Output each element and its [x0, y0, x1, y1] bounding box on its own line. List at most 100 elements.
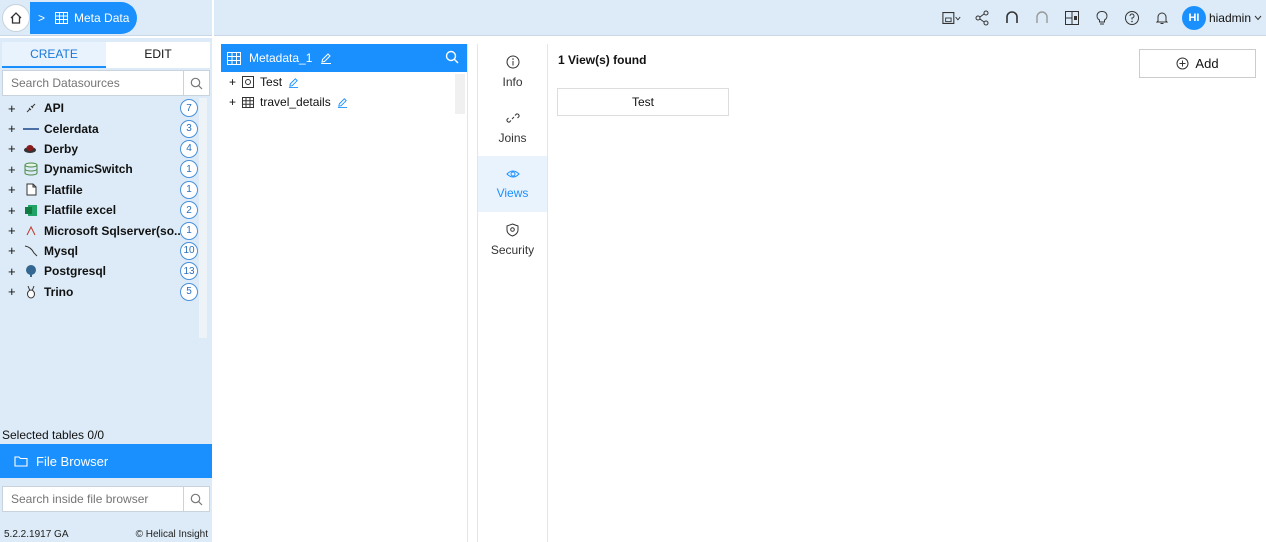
datasource-item[interactable]: + DynamicSwitch 1 [2, 159, 198, 179]
selected-tables-label: Selected tables 0/0 [2, 428, 105, 442]
datasource-count: 13 [180, 262, 198, 281]
celerdata-icon [22, 122, 40, 136]
tab-label: Joins [498, 131, 527, 145]
grid-icon [55, 12, 69, 24]
scrollbar[interactable] [199, 98, 207, 338]
metadata-panel: Metadata_1 + Test + travel_details [221, 44, 468, 542]
database-icon [22, 162, 40, 176]
search-icon[interactable] [183, 487, 209, 511]
file-icon [22, 183, 40, 197]
table-icon [242, 96, 255, 108]
datasource-item[interactable]: + Flatfile 1 [2, 180, 198, 200]
tab-edit[interactable]: EDIT [106, 42, 210, 68]
user-menu[interactable]: HI hiadmin [1181, 6, 1262, 30]
expand-icon[interactable]: + [8, 101, 22, 116]
expand-icon[interactable]: + [8, 203, 22, 218]
edit-icon[interactable] [337, 97, 348, 108]
datasource-name: Microsoft Sqlserver(so... [44, 223, 185, 238]
metadata-header: Metadata_1 [221, 44, 467, 72]
tab-security[interactable]: Security [478, 212, 547, 268]
datasource-search-input[interactable] [3, 76, 183, 90]
search-icon[interactable] [445, 50, 459, 67]
view-card[interactable]: Test [557, 88, 729, 116]
excel-icon [22, 203, 40, 217]
lightbulb-icon[interactable] [1092, 8, 1112, 28]
datasource-item[interactable]: + Postgresql 13 [2, 261, 198, 281]
chevron-right-icon: > [38, 11, 46, 25]
expand-icon[interactable]: + [8, 141, 22, 156]
datasource-count: 1 [180, 221, 198, 240]
expand-icon[interactable]: + [229, 75, 236, 89]
share-icon[interactable] [972, 8, 992, 28]
breadcrumb-current: Meta Data [74, 11, 130, 25]
datasource-name: Trino [44, 284, 74, 299]
toolbar: HI hiadmin [942, 0, 1262, 36]
divider [212, 0, 214, 36]
file-browser-search-input[interactable] [3, 492, 183, 506]
expand-icon[interactable]: + [8, 182, 22, 197]
datasource-name: Flatfile excel [44, 203, 117, 218]
left-panel: CREATE EDIT + API 7 + Celerdata 3 + Derb… [0, 38, 212, 542]
expand-icon[interactable]: + [229, 95, 236, 109]
tree-item-label: travel_details [260, 95, 331, 109]
scrollbar[interactable] [455, 74, 465, 114]
datasource-name: Flatfile [44, 182, 83, 197]
search-icon[interactable] [183, 71, 209, 95]
file-browser-button[interactable]: File Browser [0, 444, 212, 478]
datasource-item[interactable]: + Celerdata 3 [2, 118, 198, 138]
datasource-name: Celerdata [44, 121, 99, 136]
expand-icon[interactable]: + [8, 223, 22, 238]
file-browser-search [2, 486, 210, 512]
datasource-list: + API 7 + Celerdata 3 + Derby 4 + Dynami… [2, 98, 198, 338]
expand-icon[interactable]: + [8, 284, 22, 299]
tab-label: Security [490, 243, 535, 257]
tab-label: Views [496, 186, 529, 200]
expand-icon[interactable]: + [8, 162, 22, 177]
brand-label: © Helical Insight [135, 529, 208, 540]
home-icon [10, 12, 22, 24]
tab-bar: CREATE EDIT [2, 42, 210, 68]
datasource-item[interactable]: + API 7 [2, 98, 198, 118]
redo-icon[interactable] [1032, 8, 1052, 28]
expand-icon[interactable]: + [8, 243, 22, 258]
datasource-item[interactable]: + Trino 5 [2, 282, 198, 302]
sqlserver-icon [22, 224, 40, 238]
datasource-item[interactable]: + Flatfile excel 2 [2, 200, 198, 220]
metadata-title: Metadata_1 [249, 51, 313, 65]
home-button[interactable] [2, 4, 30, 32]
help-icon[interactable] [1122, 8, 1142, 28]
views-found-label: 1 View(s) found [558, 53, 647, 67]
datasource-item[interactable]: + Microsoft Sqlserver(so... 1 [2, 220, 198, 240]
edit-icon[interactable] [320, 52, 332, 64]
tab-views[interactable]: Views [478, 156, 547, 212]
add-circle-icon [1176, 57, 1189, 70]
datasource-count: 3 [180, 119, 198, 138]
save-icon[interactable] [942, 8, 962, 28]
breadcrumb[interactable]: > Meta Data [30, 2, 138, 34]
datasource-item[interactable]: + Derby 4 [2, 139, 198, 159]
top-bar: > Meta Data HI hiadmin [0, 0, 1266, 36]
tab-create[interactable]: CREATE [2, 42, 106, 68]
trino-icon [22, 285, 40, 299]
bell-icon[interactable] [1152, 8, 1172, 28]
layout-icon[interactable] [1062, 8, 1082, 28]
shield-icon [506, 223, 519, 237]
datasource-name: Postgresql [44, 264, 107, 279]
mysql-icon [22, 244, 40, 258]
tree-item[interactable]: + travel_details [221, 92, 467, 112]
edit-icon[interactable] [288, 77, 299, 88]
tab-label: Info [502, 75, 523, 89]
expand-icon[interactable]: + [8, 264, 22, 279]
tab-info[interactable]: Info [478, 44, 547, 100]
tree-item-label: Test [260, 75, 283, 89]
user-name: hiadmin [1208, 11, 1251, 25]
add-label: Add [1195, 56, 1219, 71]
tab-joins[interactable]: Joins [478, 100, 547, 156]
undo-icon[interactable] [1002, 8, 1022, 28]
add-view-button[interactable]: Add [1139, 49, 1256, 78]
datasource-item[interactable]: + Mysql 10 [2, 241, 198, 261]
info-icon [506, 55, 519, 69]
link-icon [505, 113, 520, 123]
expand-icon[interactable]: + [8, 121, 22, 136]
tree-item[interactable]: + Test [221, 72, 467, 92]
